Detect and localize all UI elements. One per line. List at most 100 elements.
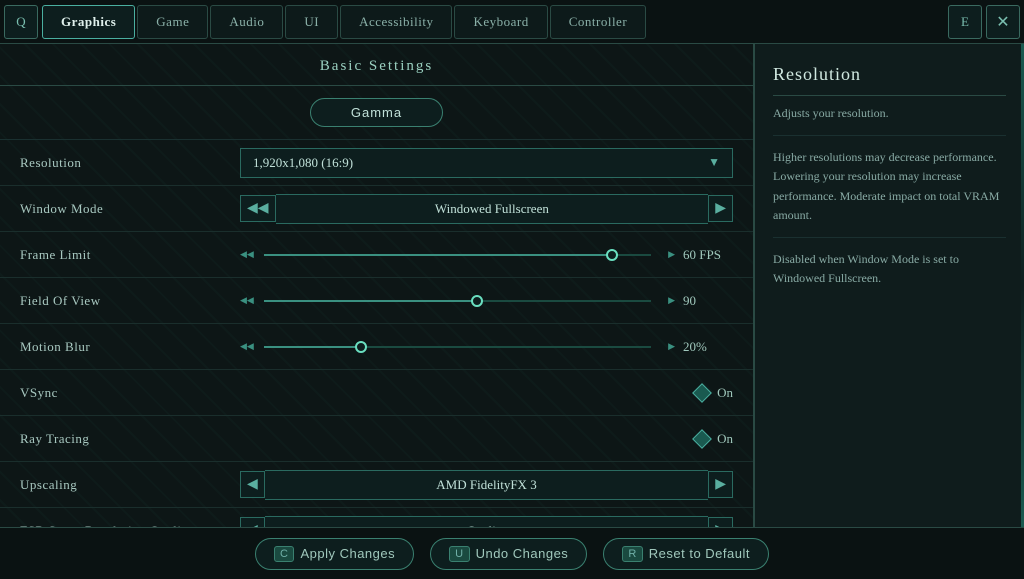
upscaling-row: Upscaling ◀ AMD FidelityFX 3 ▶: [0, 462, 753, 508]
gamma-section: Gamma: [0, 86, 753, 140]
apply-label: Apply Changes: [300, 546, 395, 561]
motion-blur-label: Motion Blur: [20, 339, 240, 355]
close-button[interactable]: ✕: [986, 5, 1020, 39]
right-panel-desc1: Adjusts your resolution.: [773, 104, 1006, 123]
tab-ui[interactable]: UI: [285, 5, 338, 39]
nav-e-button[interactable]: E: [948, 5, 982, 39]
fsr-label: FSR Super Resolution Quality: [20, 523, 240, 528]
e-icon: E: [961, 14, 969, 30]
window-mode-value: Windowed Fullscreen: [276, 194, 709, 224]
tab-graphics[interactable]: Graphics: [42, 5, 135, 39]
top-nav: Q Graphics Game Audio UI Accessibility K…: [0, 0, 1024, 44]
gamma-button[interactable]: Gamma: [310, 98, 443, 127]
window-mode-prev-button[interactable]: ◀◀: [240, 195, 276, 222]
tab-accessibility[interactable]: Accessibility: [340, 5, 452, 39]
window-mode-next-button[interactable]: ▶: [708, 195, 733, 222]
upscaling-prev-button[interactable]: ◀: [240, 471, 265, 498]
frame-limit-thumb[interactable]: [606, 249, 618, 261]
fsr-row: FSR Super Resolution Quality ◀ Quality ▶: [0, 508, 753, 527]
right-panel-desc2: Higher resolutions may decrease performa…: [773, 148, 1006, 225]
reset-default-button[interactable]: R Reset to Default: [603, 538, 769, 570]
close-icon: ✕: [996, 12, 1009, 32]
right-panel-desc3: Disabled when Window Mode is set to Wind…: [773, 250, 1006, 288]
nav-tabs: Graphics Game Audio UI Accessibility Key…: [42, 5, 944, 39]
motion-blur-control: ◀◀ ▶ 20%: [240, 337, 733, 357]
bottom-bar: C Apply Changes U Undo Changes R Reset t…: [0, 527, 1024, 579]
apply-key: C: [274, 546, 294, 562]
vsync-value: On: [717, 385, 733, 401]
undo-key: U: [449, 546, 469, 562]
fov-track: [264, 300, 651, 302]
frame-limit-value: 60 FPS: [683, 247, 733, 263]
fov-row: Field Of View ◀◀ ▶ 90: [0, 278, 753, 324]
tab-controller[interactable]: Controller: [550, 5, 646, 39]
fov-slider[interactable]: ◀◀ ▶: [240, 291, 675, 311]
motion-blur-value: 20%: [683, 339, 733, 355]
window-mode-control: ◀◀ Windowed Fullscreen ▶: [240, 194, 733, 224]
right-panel-separator2: [773, 237, 1006, 238]
upscaling-next-button[interactable]: ▶: [708, 471, 733, 498]
window-mode-row: Window Mode ◀◀ Windowed Fullscreen ▶: [0, 186, 753, 232]
right-panel-title: Resolution: [773, 64, 1006, 96]
fov-fill: [264, 300, 477, 302]
nav-q-button[interactable]: Q: [4, 5, 38, 39]
window-mode-arrow-control: ◀◀ Windowed Fullscreen ▶: [240, 194, 733, 224]
motion-blur-fill: [264, 346, 361, 348]
frame-limit-control: ◀◀ ▶ 60 FPS: [240, 245, 733, 265]
reset-label: Reset to Default: [649, 546, 750, 561]
blur-right-arrows-icon: ▶: [668, 341, 675, 352]
settings-list: Resolution 1,920x1,080 (16:9) ▼ Window M…: [0, 140, 753, 527]
tab-keyboard[interactable]: Keyboard: [454, 5, 547, 39]
q-icon: Q: [16, 14, 25, 30]
main-content: Basic Settings Gamma Resolution 1,920: [0, 44, 1024, 527]
upscaling-value: AMD FidelityFX 3: [265, 470, 708, 500]
motion-blur-row: Motion Blur ◀◀ ▶ 20%: [0, 324, 753, 370]
slider-right-arrows-icon: ▶: [668, 249, 675, 260]
window-mode-label: Window Mode: [20, 201, 240, 217]
motion-blur-slider[interactable]: ◀◀ ▶: [240, 337, 675, 357]
section-header: Basic Settings: [0, 44, 753, 86]
frame-limit-fill: [264, 254, 612, 256]
left-panel-inner: Basic Settings Gamma Resolution 1,920: [0, 44, 753, 527]
undo-changes-button[interactable]: U Undo Changes: [430, 538, 587, 570]
tab-game[interactable]: Game: [137, 5, 208, 39]
dropdown-arrow-icon: ▼: [708, 155, 720, 170]
apply-changes-button[interactable]: C Apply Changes: [255, 538, 414, 570]
ray-tracing-value: On: [717, 431, 733, 447]
slider-left-arrows-icon: ◀◀: [240, 249, 254, 260]
vsync-control: On: [240, 385, 733, 401]
vsync-label: VSync: [20, 385, 240, 401]
ray-tracing-toggle[interactable]: On: [695, 431, 733, 447]
motion-blur-track: [264, 346, 651, 348]
fov-thumb[interactable]: [471, 295, 483, 307]
ray-tracing-diamond-icon: [692, 429, 712, 449]
ray-tracing-label: Ray Tracing: [20, 431, 240, 447]
tab-audio[interactable]: Audio: [210, 5, 283, 39]
undo-label: Undo Changes: [476, 546, 569, 561]
vsync-row: VSync On: [0, 370, 753, 416]
frame-limit-row: Frame Limit ◀◀ ▶ 60 FPS: [0, 232, 753, 278]
motion-blur-thumb[interactable]: [355, 341, 367, 353]
resolution-label: Resolution: [20, 155, 240, 171]
fov-left-arrows-icon: ◀◀: [240, 295, 254, 306]
left-panel: Basic Settings Gamma Resolution 1,920: [0, 44, 754, 527]
vsync-diamond-icon: [692, 383, 712, 403]
resolution-dropdown[interactable]: 1,920x1,080 (16:9) ▼: [240, 148, 733, 178]
upscaling-control: ◀ AMD FidelityFX 3 ▶: [240, 470, 733, 500]
fsr-arrow-control: ◀ Quality ▶: [240, 516, 733, 528]
frame-limit-track: [264, 254, 651, 256]
fsr-control: ◀ Quality ▶: [240, 516, 733, 528]
fov-control: ◀◀ ▶ 90: [240, 291, 733, 311]
fsr-prev-button[interactable]: ◀: [240, 517, 265, 527]
right-panel: Resolution Adjusts your resolution. High…: [754, 44, 1024, 527]
ray-tracing-row: Ray Tracing On: [0, 416, 753, 462]
frame-limit-label: Frame Limit: [20, 247, 240, 263]
fov-label: Field Of View: [20, 293, 240, 309]
reset-key: R: [622, 546, 642, 562]
fsr-next-button[interactable]: ▶: [708, 517, 733, 527]
fov-right-arrows-icon: ▶: [668, 295, 675, 306]
fsr-value: Quality: [265, 516, 708, 528]
ray-tracing-control: On: [240, 431, 733, 447]
frame-limit-slider[interactable]: ◀◀ ▶: [240, 245, 675, 265]
vsync-toggle[interactable]: On: [695, 385, 733, 401]
